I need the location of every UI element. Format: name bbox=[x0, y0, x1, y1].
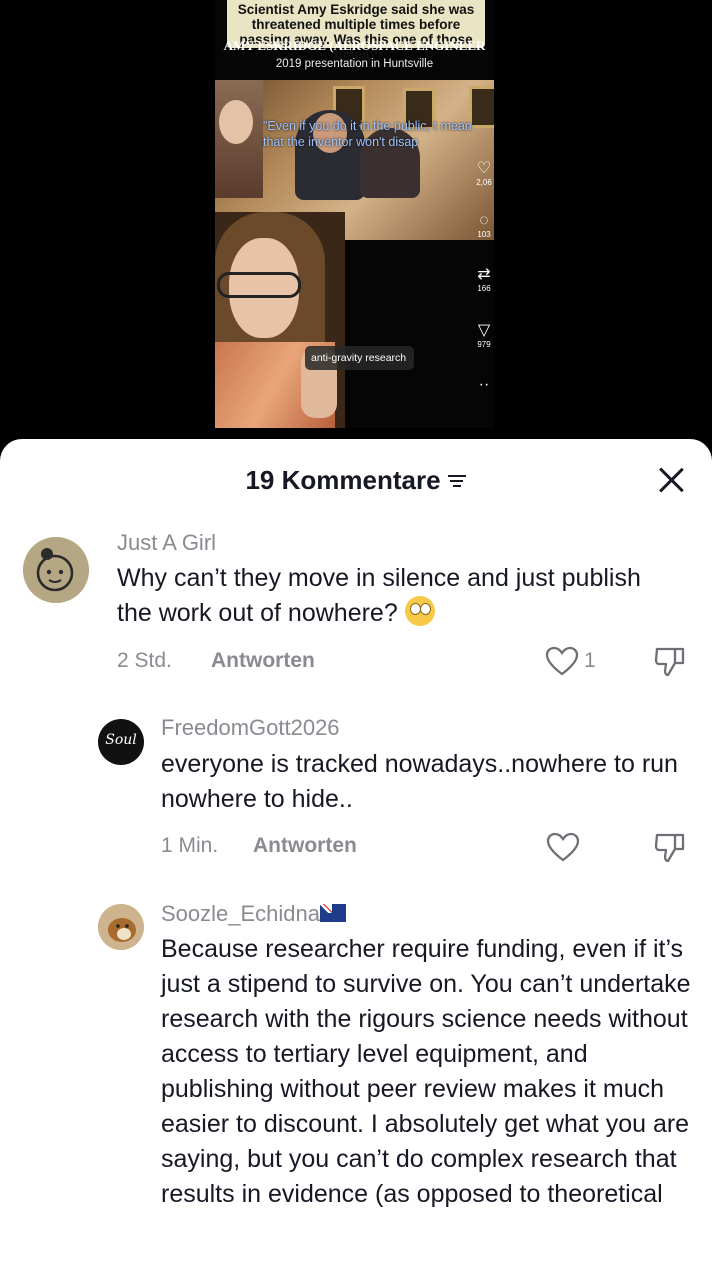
heart-icon[interactable] bbox=[546, 832, 580, 862]
reply-button[interactable]: Antworten bbox=[253, 834, 357, 858]
comment-text: everyone is tracked nowadays..nowhere to… bbox=[161, 750, 678, 813]
australia-flag-icon bbox=[320, 904, 347, 922]
more-options-icon[interactable]: ·· bbox=[473, 376, 494, 394]
like-video-button[interactable]: ♡ 2,06 bbox=[473, 160, 494, 188]
comment-text: Because researcher require funding, even… bbox=[161, 935, 691, 1208]
share-video-button[interactable]: ▽ 979 bbox=[473, 322, 494, 350]
search-tag[interactable]: anti-gravity research bbox=[305, 346, 415, 370]
dislike-icon[interactable] bbox=[653, 645, 687, 677]
video-player[interactable]: Scientist Amy Eskridge said she was thre… bbox=[215, 0, 494, 428]
comments-count-title: 19 Kommentare bbox=[0, 465, 712, 496]
video-subtitle: 2019 presentation in Huntsville bbox=[275, 58, 434, 70]
heart-icon: ♡ bbox=[476, 160, 492, 177]
like-count: 1 bbox=[584, 649, 596, 672]
comments-sheet: 19 Kommentare Just A Girl Why can’t they… bbox=[0, 439, 712, 1280]
video-title: AMY ESKRIDGE (AEROSPACE ENGINEER bbox=[223, 38, 486, 53]
comment-text: Why can’t they move in silence and just … bbox=[117, 564, 641, 627]
comment-time: 2 Std. bbox=[117, 649, 172, 672]
comments-video-button[interactable]: ◌ 103 bbox=[473, 212, 494, 240]
avatar[interactable] bbox=[98, 904, 144, 950]
avatar[interactable] bbox=[23, 537, 89, 603]
sheet-header: 19 Kommentare bbox=[0, 439, 712, 521]
inset-portrait bbox=[215, 80, 263, 198]
presenter-figure bbox=[215, 212, 345, 428]
repost-video-button[interactable]: ⇄ 166 bbox=[473, 266, 494, 294]
close-icon[interactable] bbox=[658, 467, 684, 493]
dislike-icon[interactable] bbox=[653, 831, 687, 863]
sort-filter-icon[interactable] bbox=[447, 472, 467, 488]
video-quote: "Even if you do it in the public, t mean… bbox=[263, 119, 472, 149]
eye-roll-emoji-icon bbox=[404, 596, 435, 626]
comment-username[interactable]: Soozle_Echidna bbox=[161, 901, 347, 927]
heart-icon[interactable] bbox=[545, 646, 579, 676]
reply-button[interactable]: Antworten bbox=[211, 649, 315, 673]
repost-icon: ⇄ bbox=[477, 266, 491, 283]
comment-icon: ◌ bbox=[479, 212, 489, 229]
share-icon: ▽ bbox=[477, 322, 491, 339]
comment-time: 1 Min. bbox=[161, 834, 219, 857]
comment-username[interactable]: Just A Girl bbox=[117, 530, 216, 556]
comment-username[interactable]: FreedomGott2026 bbox=[161, 715, 340, 741]
avatar[interactable]: Soul bbox=[98, 719, 144, 765]
